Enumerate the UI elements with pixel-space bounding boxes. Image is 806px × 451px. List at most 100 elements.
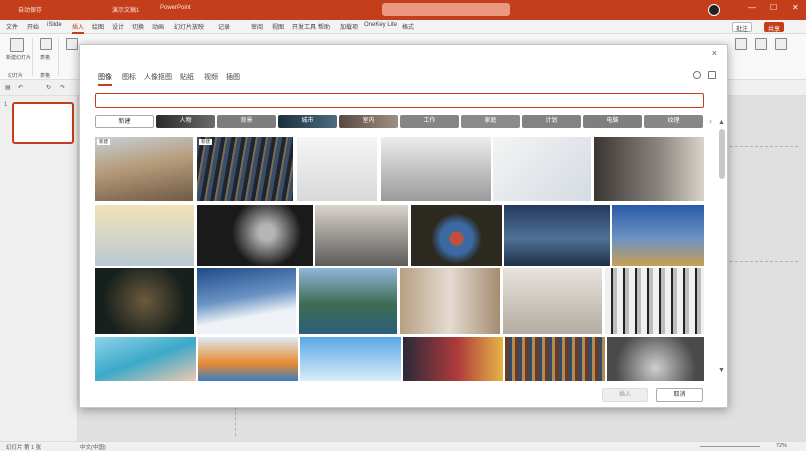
stock-photo-mandrill[interactable]: [411, 205, 502, 266]
stock-photo-living-room[interactable]: [315, 205, 408, 266]
category-chip-city[interactable]: 城市: [278, 115, 337, 128]
ribbon-tool-icon[interactable]: [775, 38, 787, 50]
insert-button[interactable]: 插入: [602, 388, 648, 402]
category-chip-indoor[interactable]: 室内: [339, 115, 398, 128]
category-chip-computer[interactable]: 电脑: [583, 115, 642, 128]
tab-file[interactable]: 文件: [6, 22, 18, 31]
stock-photo-cactus[interactable]: [612, 205, 704, 266]
stock-photo-bridge[interactable]: [300, 337, 401, 381]
tab-icons[interactable]: 图标: [122, 72, 136, 82]
new-badge: 新建: [199, 139, 212, 145]
stock-photo-flowers[interactable]: [198, 337, 298, 381]
scroll-thumb[interactable]: [719, 129, 725, 179]
stock-photo-wave[interactable]: [95, 337, 196, 381]
tab-slideshow[interactable]: 幻灯片放映: [174, 22, 204, 31]
autosave-label[interactable]: 自动保存: [18, 5, 42, 14]
tab-format[interactable]: 格式: [402, 22, 414, 31]
feedback-icon[interactable]: [693, 71, 701, 79]
tab-stickers[interactable]: 贴纸: [180, 72, 194, 82]
undo-icon[interactable]: ↶: [18, 84, 23, 91]
group-slides-label: 幻灯片: [8, 73, 24, 79]
search-box[interactable]: [382, 3, 510, 16]
tab-videos[interactable]: 视频: [204, 72, 218, 82]
status-bar: 幻灯片 第 1 张 中文(中国) 72%: [0, 441, 806, 451]
tab-home[interactable]: 开始: [27, 22, 39, 31]
table-icon[interactable]: [40, 38, 52, 50]
stock-photo-library[interactable]: [505, 337, 605, 381]
scroll-down-icon[interactable]: ▼: [718, 367, 725, 374]
cancel-button[interactable]: 取消: [656, 388, 703, 402]
stock-photo-tiger[interactable]: [95, 268, 194, 334]
share-button[interactable]: 共享: [764, 22, 785, 33]
powerpoint-window: 自动保存 演示文稿1 PowerPoint — ☐ ✕ 文件 开始 iSlide…: [0, 0, 806, 451]
stock-photo-coast[interactable]: 新建: [95, 137, 193, 201]
stock-photo-office[interactable]: [503, 268, 602, 334]
tab-design[interactable]: 设计: [112, 22, 124, 31]
tab-record[interactable]: 记录: [218, 22, 230, 31]
tab-insert[interactable]: 插入: [72, 22, 85, 34]
stock-photo-frost[interactable]: [95, 205, 194, 266]
new-slide-icon[interactable]: [10, 38, 24, 52]
tab-animations[interactable]: 动画: [152, 22, 164, 31]
redo-dropdown-icon[interactable]: ↷: [60, 84, 65, 91]
stock-photo-balance[interactable]: [381, 137, 491, 201]
stock-photo-phone-hand[interactable]: [493, 137, 591, 201]
tab-addins[interactable]: 加载项: [340, 22, 358, 31]
tab-illustrations[interactable]: 插图: [226, 72, 240, 82]
new-badge: 新建: [97, 139, 110, 145]
stock-photo-jars[interactable]: [297, 137, 377, 201]
tab-transitions[interactable]: 切换: [132, 22, 144, 31]
tab-images[interactable]: 图像: [98, 72, 112, 86]
category-chip-people[interactable]: 人物: [156, 115, 215, 128]
tab-developer[interactable]: 开发工具: [292, 22, 316, 31]
table-label[interactable]: 表格: [40, 54, 50, 61]
stock-photo-lake[interactable]: [299, 268, 397, 334]
ribbon-divider: [58, 38, 59, 76]
chevron-right-icon[interactable]: ›: [709, 116, 712, 126]
category-chip-texture[interactable]: 纹理: [644, 115, 703, 128]
stock-photo-portrait[interactable]: [403, 337, 503, 381]
stock-photo-bookshelf[interactable]: 新建: [197, 137, 293, 201]
zoom-level[interactable]: 72%: [776, 443, 787, 449]
tab-cutout-people[interactable]: 人像抠图: [144, 72, 172, 82]
save-icon[interactable]: ▤: [5, 84, 11, 91]
search-input[interactable]: [95, 93, 704, 108]
scrollbar[interactable]: ▲ ▼: [718, 119, 726, 377]
settings-icon[interactable]: [708, 71, 716, 79]
category-chip-family[interactable]: 家庭: [461, 115, 520, 128]
ribbon-tool-icon[interactable]: [735, 38, 747, 50]
slide-thumbnail[interactable]: [12, 102, 74, 144]
category-chip-plan[interactable]: 计划: [522, 115, 581, 128]
ribbon-tool-icon[interactable]: [755, 38, 767, 50]
stock-photo-crystal[interactable]: [197, 205, 313, 266]
stock-photo-mountains[interactable]: [504, 205, 610, 266]
tab-onekey[interactable]: OneKey Lite: [364, 22, 397, 28]
stock-photo-worker[interactable]: [400, 268, 500, 334]
language-status[interactable]: 中文(中国): [80, 443, 106, 451]
tab-draw[interactable]: 绘图: [92, 22, 104, 31]
stock-photo-metal[interactable]: [607, 337, 704, 381]
close-window-button[interactable]: ✕: [792, 3, 799, 12]
title-bar: 自动保存 演示文稿1 PowerPoint — ☐ ✕: [0, 0, 806, 20]
tab-review[interactable]: 审阅: [251, 22, 263, 31]
stock-photo-snow[interactable]: [197, 268, 296, 334]
stock-photo-corridor[interactable]: [594, 137, 704, 201]
new-slide-label[interactable]: 新建幻灯片: [6, 54, 31, 61]
stock-photo-birch[interactable]: [605, 268, 704, 334]
scroll-up-icon[interactable]: ▲: [718, 119, 725, 126]
maximize-button[interactable]: ☐: [770, 3, 777, 12]
avatar[interactable]: [708, 4, 720, 16]
tab-view[interactable]: 视图: [272, 22, 284, 31]
tab-islide[interactable]: iSlide: [47, 22, 62, 28]
slide-info: 幻灯片 第 1 张: [6, 445, 42, 451]
image-icon[interactable]: [66, 38, 78, 50]
close-icon[interactable]: ×: [712, 48, 717, 58]
category-chip-background[interactable]: 背景: [217, 115, 276, 128]
minimize-button[interactable]: —: [748, 3, 756, 12]
category-chip-work[interactable]: 工作: [400, 115, 459, 128]
zoom-slider[interactable]: [700, 446, 760, 447]
tab-help[interactable]: 帮助: [318, 22, 330, 31]
comments-button[interactable]: 批注: [732, 22, 753, 33]
category-chip-new[interactable]: 新建: [95, 115, 154, 128]
redo-icon[interactable]: ↻: [46, 84, 51, 91]
